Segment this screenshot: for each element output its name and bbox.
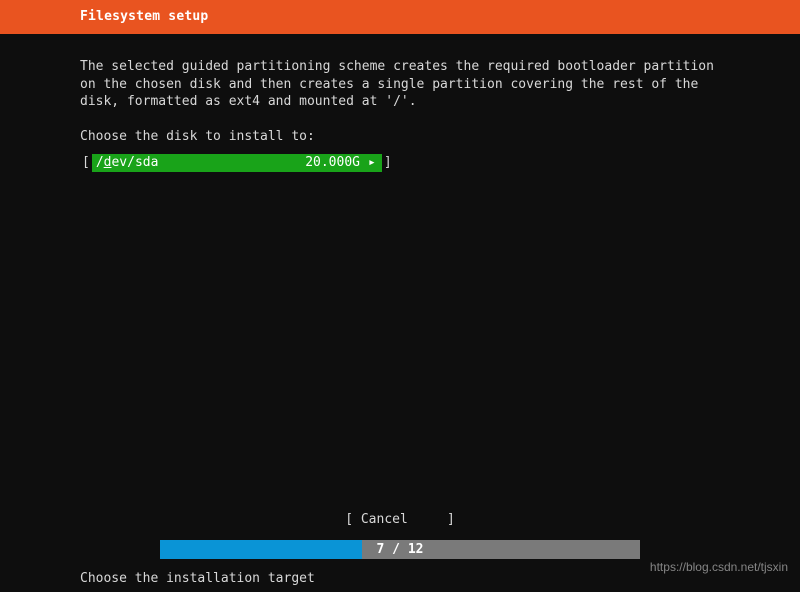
disk-size: 20.000G [305, 155, 368, 170]
cancel-button[interactable]: [ Cancel ] [345, 512, 455, 527]
chevron-right-icon: ▸ [368, 155, 376, 170]
installer-header: Filesystem setup [0, 0, 800, 34]
close-bracket: ] [382, 155, 394, 170]
open-bracket: [ [80, 155, 92, 170]
progress-label: 7 / 12 [160, 540, 640, 559]
description-text: The selected guided partitioning scheme … [80, 58, 720, 111]
progress-bar: 7 / 12 [160, 540, 640, 559]
choose-disk-prompt: Choose the disk to install to: [80, 129, 720, 144]
watermark-text: https://blog.csdn.net/tjsxin [650, 560, 788, 574]
disk-option-row[interactable]: [ /dev/sda 20.000G ▸ ] [80, 154, 720, 172]
footer-actions: [ Cancel ] [0, 512, 800, 527]
disk-device: /dev/sda [96, 155, 159, 170]
installer-body: The selected guided partitioning scheme … [0, 34, 800, 172]
progress-area: 7 / 12 [0, 540, 800, 559]
disk-select[interactable]: /dev/sda 20.000G ▸ [92, 154, 382, 172]
header-title: Filesystem setup [80, 9, 208, 24]
footer-hint: Choose the installation target [80, 571, 315, 586]
